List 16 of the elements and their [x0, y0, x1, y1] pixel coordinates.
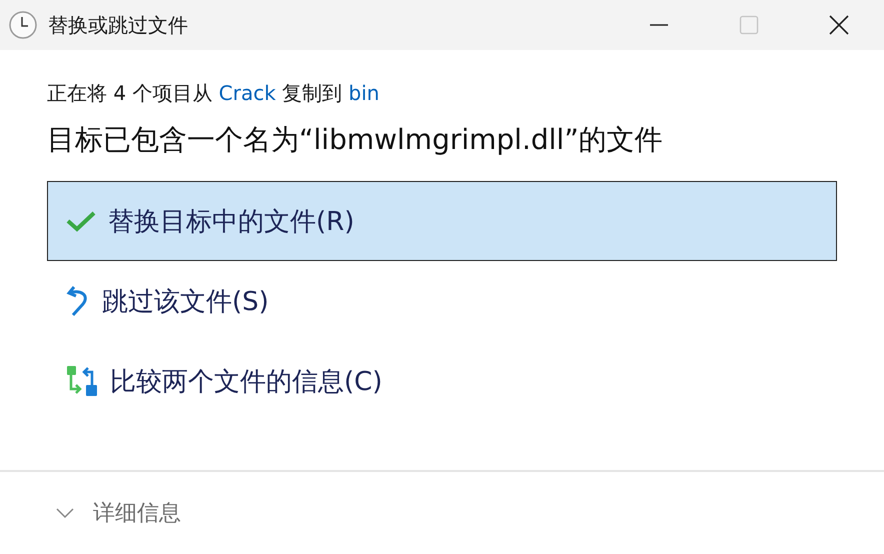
- close-icon: [828, 14, 850, 36]
- window-title: 替换或跳过文件: [48, 12, 189, 38]
- details-toggle[interactable]: 详细信息: [93, 498, 181, 528]
- copy-status-text: 正在将 4 个项目从 Crack 复制到 bin: [47, 80, 380, 107]
- undo-arrow-icon: [66, 285, 90, 317]
- option-button[interactable]: 比较两个文件的信息(C): [47, 341, 837, 421]
- compare-files-icon: [66, 365, 98, 397]
- checkmark-icon: [66, 210, 96, 232]
- option-button[interactable]: 替换目标中的文件(R): [47, 181, 837, 261]
- option-button[interactable]: 跳过该文件(S): [47, 261, 837, 341]
- clock-icon: [8, 10, 38, 40]
- destination-folder-link[interactable]: bin: [348, 81, 380, 105]
- conflict-heading: 目标已包含一个名为“libmwlmgrimpl.dll”的文件: [47, 122, 664, 158]
- source-folder-link[interactable]: Crack: [218, 81, 276, 105]
- minimize-icon: [650, 24, 668, 26]
- maximize-icon: [739, 15, 759, 35]
